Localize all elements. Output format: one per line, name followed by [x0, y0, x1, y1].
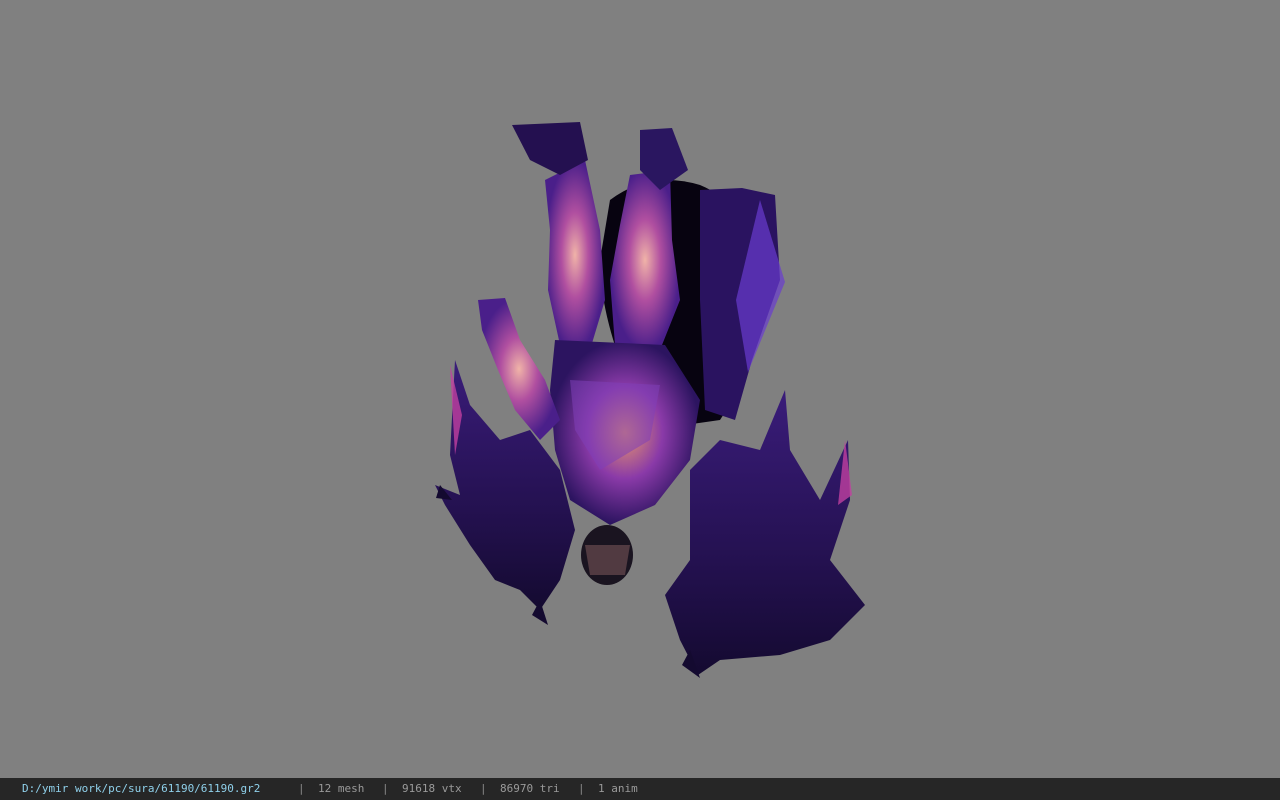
animation-count: 1 anim	[598, 782, 638, 795]
left-leg	[545, 160, 605, 350]
model-viewport[interactable]	[0, 0, 1280, 778]
file-path: D:/ymir work/pc/sura/61190/61190.gr2	[22, 782, 261, 795]
separator: |	[298, 782, 305, 795]
separator: |	[382, 782, 389, 795]
vertex-count: 91618 vtx	[402, 782, 462, 795]
separator: |	[578, 782, 585, 795]
character-model[interactable]	[0, 0, 1280, 778]
right-wing	[665, 390, 865, 675]
separator: |	[480, 782, 487, 795]
mesh-count: 12 mesh	[318, 782, 365, 795]
status-bar: D:/ymir work/pc/sura/61190/61190.gr2 | 1…	[0, 778, 1280, 800]
triangle-count: 86970 tri	[500, 782, 560, 795]
left-arm	[478, 298, 560, 440]
